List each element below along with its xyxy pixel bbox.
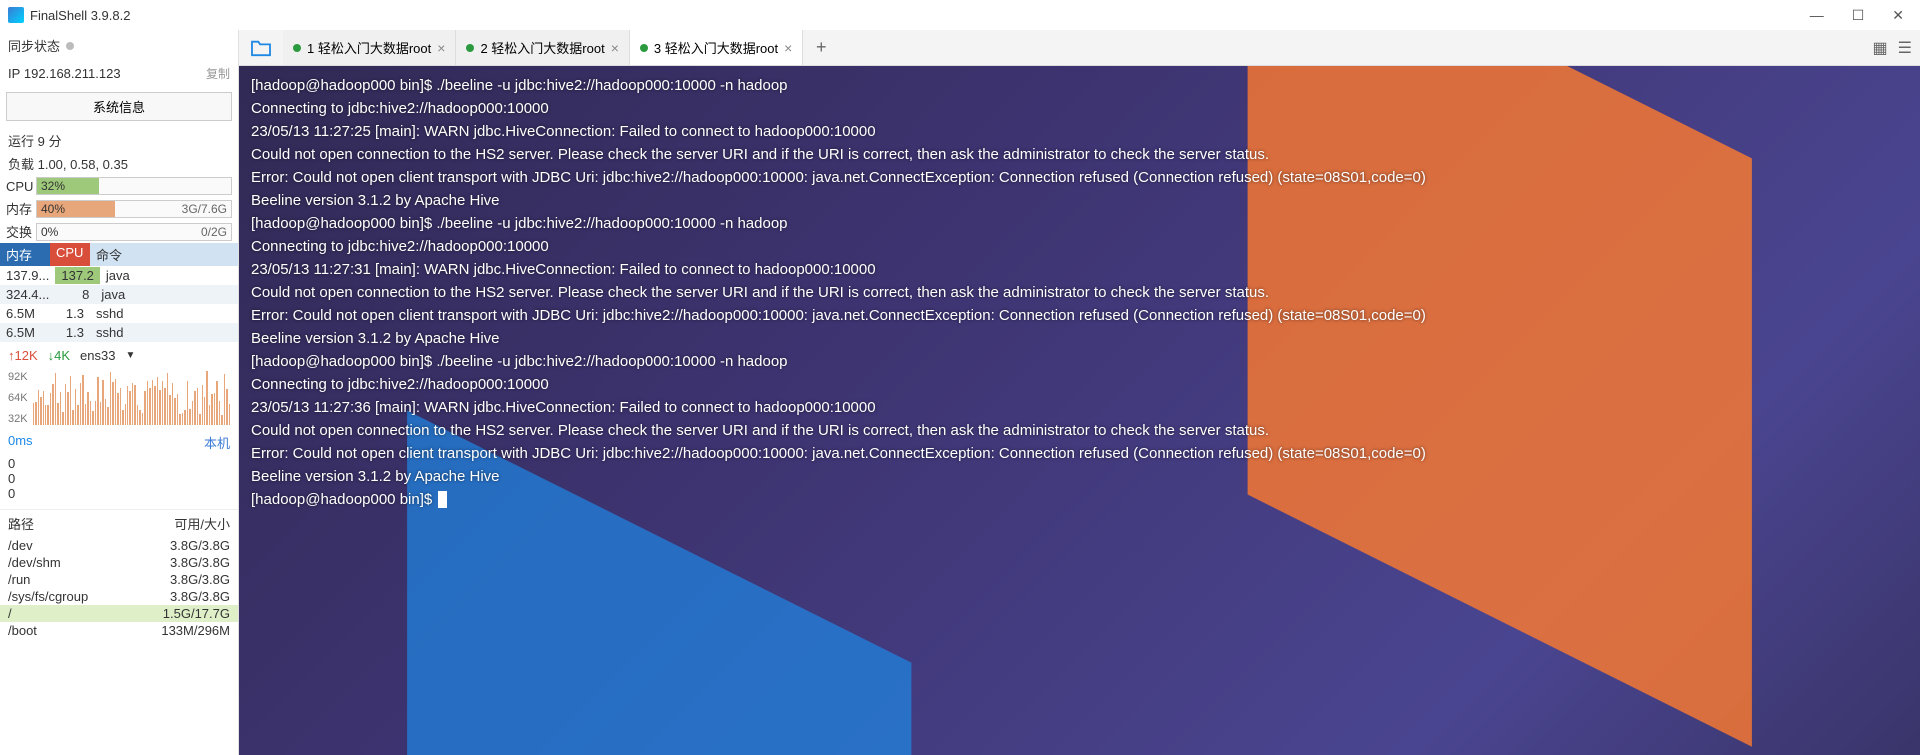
network-graph: 92K64K32K — [0, 369, 238, 429]
net-iface[interactable]: ens33 — [80, 348, 115, 363]
latency-ms: 0ms — [8, 433, 33, 452]
swap-label: 交换 — [6, 222, 36, 241]
disk-row[interactable]: /run3.8G/3.8G — [0, 571, 238, 588]
disk-head-path: 路径 — [8, 514, 34, 533]
tab[interactable]: 3 轻松入门大数据root × — [630, 30, 803, 65]
disk-row[interactable]: /1.5G/17.7G — [0, 605, 238, 622]
content: 1 轻松入门大数据root×2 轻松入门大数据root×3 轻松入门大数据roo… — [239, 30, 1920, 755]
tab[interactable]: 2 轻松入门大数据root × — [456, 30, 629, 65]
sidebar: 同步状态 IP 192.168.211.123 复制 系统信息 运行 9 分 负… — [0, 30, 239, 755]
loadavg: 负载 1.00, 0.58, 0.35 — [0, 152, 238, 175]
ip-value: 192.168.211.123 — [24, 66, 121, 81]
maximize-button[interactable]: ☐ — [1852, 7, 1865, 24]
proc-head-mem[interactable]: 内存 — [0, 243, 50, 266]
latency-host[interactable]: 本机 — [204, 433, 230, 452]
swap-pct: 0% — [41, 225, 58, 239]
main: 同步状态 IP 192.168.211.123 复制 系统信息 运行 9 分 负… — [0, 30, 1920, 755]
titlebar: FinalShell 3.9.8.2 — ☐ ✕ — [0, 0, 1920, 30]
latency-row: 0ms 本机 — [0, 429, 238, 456]
cpu-label: CPU — [6, 179, 36, 194]
status-dot-icon — [466, 44, 474, 52]
grid-icon[interactable]: ▦ — [1873, 38, 1888, 58]
close-tab-icon[interactable]: × — [784, 40, 792, 56]
app-logo-icon — [8, 7, 24, 23]
uptime: 运行 9 分 — [0, 129, 238, 152]
app-title: FinalShell 3.9.8.2 — [30, 8, 130, 23]
process-list: 137.9...137.2java324.4...8java6.5M1.3ssh… — [0, 266, 238, 342]
close-tab-icon[interactable]: × — [611, 40, 619, 56]
process-header: 内存 CPU 命令 — [0, 243, 238, 266]
window-controls: — ☐ ✕ — [1810, 7, 1912, 24]
process-row[interactable]: 6.5M1.3sshd — [0, 304, 238, 323]
new-tab-button[interactable]: + — [803, 30, 839, 65]
proc-head-cpu[interactable]: CPU — [50, 243, 90, 266]
mem-label: 内存 — [6, 199, 36, 218]
latency-list: 000 — [0, 456, 238, 501]
mem-rt: 3G/7.6G — [182, 202, 227, 216]
copy-button[interactable]: 复制 — [206, 65, 230, 82]
process-row[interactable]: 324.4...8java — [0, 285, 238, 304]
tab-label: 1 轻松入门大数据root — [307, 38, 431, 57]
cpu-meter: CPU 32% — [0, 175, 238, 197]
dropdown-icon[interactable]: ▼ — [125, 350, 135, 361]
status-dot-icon — [640, 44, 648, 52]
sysinfo-button-wrap: 系统信息 — [6, 92, 232, 121]
cpu-pct: 32% — [41, 179, 65, 193]
disk-header: 路径 可用/大小 — [0, 509, 238, 537]
swap-rt: 0/2G — [201, 225, 227, 239]
sysinfo-button[interactable]: 系统信息 — [6, 92, 232, 121]
close-tab-icon[interactable]: × — [437, 40, 445, 56]
disk-row[interactable]: /sys/fs/cgroup3.8G/3.8G — [0, 588, 238, 605]
sync-status: 同步状态 — [0, 30, 238, 61]
swap-meter: 交换 0% 0/2G — [0, 220, 238, 243]
sync-dot-icon — [66, 42, 74, 50]
process-row[interactable]: 6.5M1.3sshd — [0, 323, 238, 342]
disk-row[interactable]: /dev/shm3.8G/3.8G — [0, 554, 238, 571]
tab[interactable]: 1 轻松入门大数据root × — [283, 30, 456, 65]
ip-row: IP 192.168.211.123 复制 — [0, 61, 238, 90]
folder-icon[interactable] — [239, 30, 283, 65]
network-row: ↑12K ↓4K ens33 ▼ — [0, 342, 238, 369]
disk-row[interactable]: /dev3.8G/3.8G — [0, 537, 238, 554]
tab-bar: 1 轻松入门大数据root×2 轻松入门大数据root×3 轻松入门大数据roo… — [239, 30, 1920, 66]
terminal[interactable]: [hadoop@hadoop000 bin]$ ./beeline -u jdb… — [239, 66, 1920, 755]
disk-list: /dev3.8G/3.8G/dev/shm3.8G/3.8G/run3.8G/3… — [0, 537, 238, 639]
mem-meter: 内存 40% 3G/7.6G — [0, 197, 238, 220]
disk-head-size: 可用/大小 — [174, 514, 230, 533]
net-down: ↓4K — [48, 348, 70, 363]
disk-row[interactable]: /boot133M/296M — [0, 622, 238, 639]
tab-label: 2 轻松入门大数据root — [480, 38, 604, 57]
close-button[interactable]: ✕ — [1892, 7, 1904, 24]
process-row[interactable]: 137.9...137.2java — [0, 266, 238, 285]
sync-label: 同步状态 — [8, 36, 60, 55]
tab-label: 3 轻松入门大数据root — [654, 38, 778, 57]
menu-icon[interactable]: ☰ — [1898, 38, 1912, 58]
proc-head-cmd[interactable]: 命令 — [90, 243, 238, 266]
ip-label: IP — [8, 66, 20, 81]
net-up: ↑12K — [8, 348, 38, 363]
minimize-button[interactable]: — — [1810, 7, 1824, 24]
mem-pct: 40% — [41, 202, 65, 216]
tab-right-controls: ▦ ☰ — [1873, 30, 1920, 65]
terminal-output: [hadoop@hadoop000 bin]$ ./beeline -u jdb… — [251, 74, 1908, 511]
status-dot-icon — [293, 44, 301, 52]
